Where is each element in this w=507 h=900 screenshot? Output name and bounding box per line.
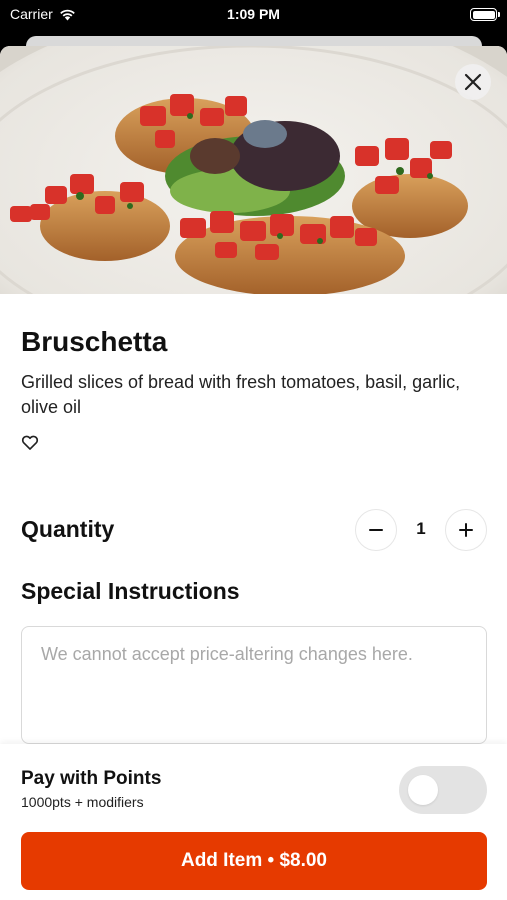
pay-with-points-toggle[interactable] — [399, 766, 487, 814]
battery-icon — [470, 8, 500, 21]
food-photo — [0, 46, 507, 294]
quantity-label: Quantity — [21, 516, 115, 542]
status-time: 1:09 PM — [227, 6, 280, 22]
decrement-button[interactable] — [355, 509, 397, 551]
favorite-button[interactable] — [20, 432, 42, 454]
status-bar: Carrier 1:09 PM — [0, 0, 507, 30]
toggle-knob — [408, 775, 438, 805]
increment-button[interactable] — [445, 509, 487, 551]
close-icon — [464, 73, 482, 91]
plus-icon — [459, 523, 473, 537]
pay-with-points-label: Pay with Points — [21, 768, 162, 789]
add-item-button[interactable]: Add Item • $8.00 — [21, 832, 487, 890]
item-description: Grilled slices of bread with fresh tomat… — [21, 372, 461, 417]
special-instructions-label: Special Instructions — [21, 578, 240, 604]
close-button[interactable] — [455, 64, 491, 100]
minus-icon — [369, 529, 383, 531]
item-title: Bruschetta — [21, 326, 168, 357]
special-instructions-input[interactable] — [21, 626, 487, 744]
quantity-value: 1 — [416, 519, 426, 538]
item-detail-modal: Bruschetta Grilled slices of bread with … — [0, 46, 507, 900]
heart-outline-icon — [21, 435, 39, 450]
quantity-stepper: 1 — [355, 509, 487, 551]
points-subtitle: 1000pts + modifiers — [21, 794, 144, 810]
footer-bar: Pay with Points 1000pts + modifiers Add … — [0, 744, 507, 900]
